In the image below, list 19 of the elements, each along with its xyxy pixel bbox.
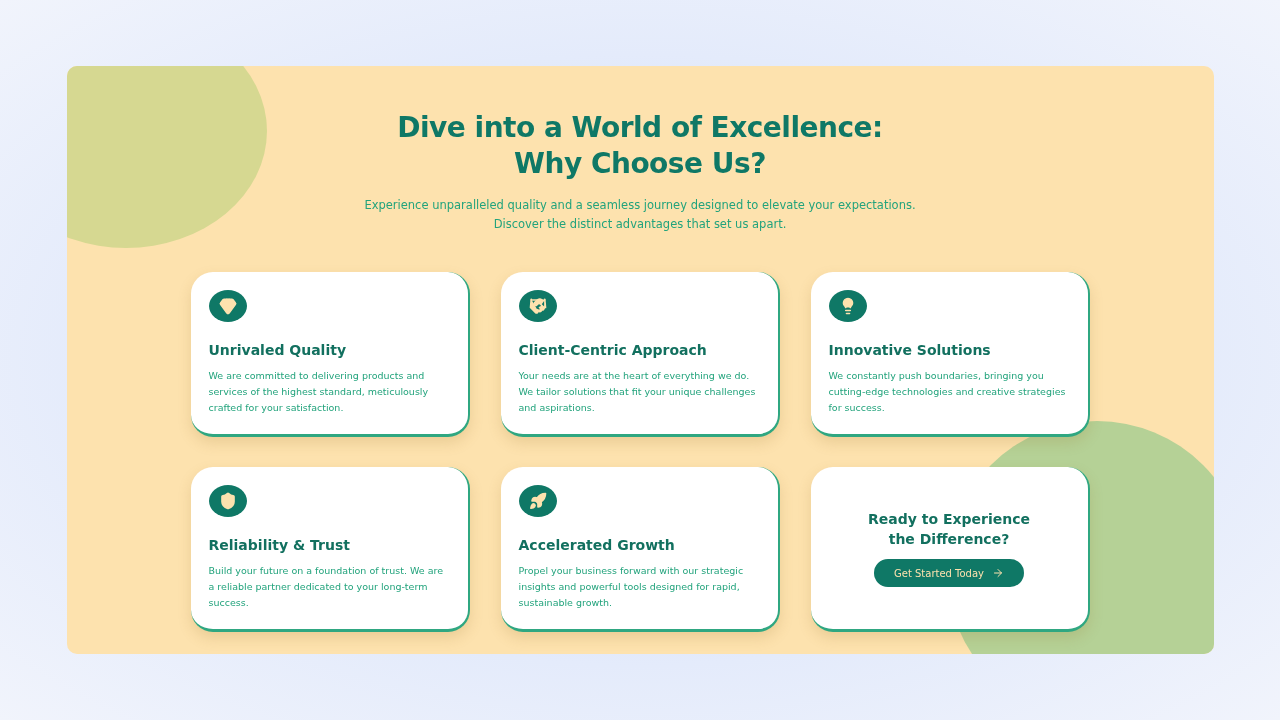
section-subtitle: Experience unparalleled quality and a seamless journey designed to elevate your expectations. Discover the distinct advantages that set us apart. [364,197,916,233]
cta-title: Ready to Experience the Difference? [867,510,1031,549]
card-description: Propel your business forward with our strategic insights and powerful tools designed for rapid, sustainable growth. [518,564,745,610]
shield-icon [208,485,247,517]
card-title: Innovative Solutions [828,341,992,360]
get-started-button[interactable]: Get Started Today [874,559,1024,587]
rocket-icon [518,485,557,517]
card-title: Client-Centric Approach [518,341,708,360]
card-title: Reliability & Trust [208,536,351,555]
card-description: Your needs are at the heart of everything we do. We tailor solutions that fit your unique challenges and aspirations. [518,369,757,415]
card-title: Unrivaled Quality [208,341,348,360]
card-description: Build your future on a foundation of trust. We are a reliable partner dedicated to your long-term success. [208,564,444,610]
card-description: We are committed to delivering products and services of the highest standard, meticulously crafted for your satisfaction. [208,369,430,415]
gem-icon [208,290,247,322]
section-heading: Dive into a World of Excellence: Why Choose Us? [397,110,883,182]
card-description: We constantly push boundaries, bringing you cutting-edge technologies and creative strategies for success. [828,369,1067,415]
arrow-right-icon [992,567,1004,579]
card-title: Accelerated Growth [518,536,676,555]
lightbulb-icon [828,290,867,322]
